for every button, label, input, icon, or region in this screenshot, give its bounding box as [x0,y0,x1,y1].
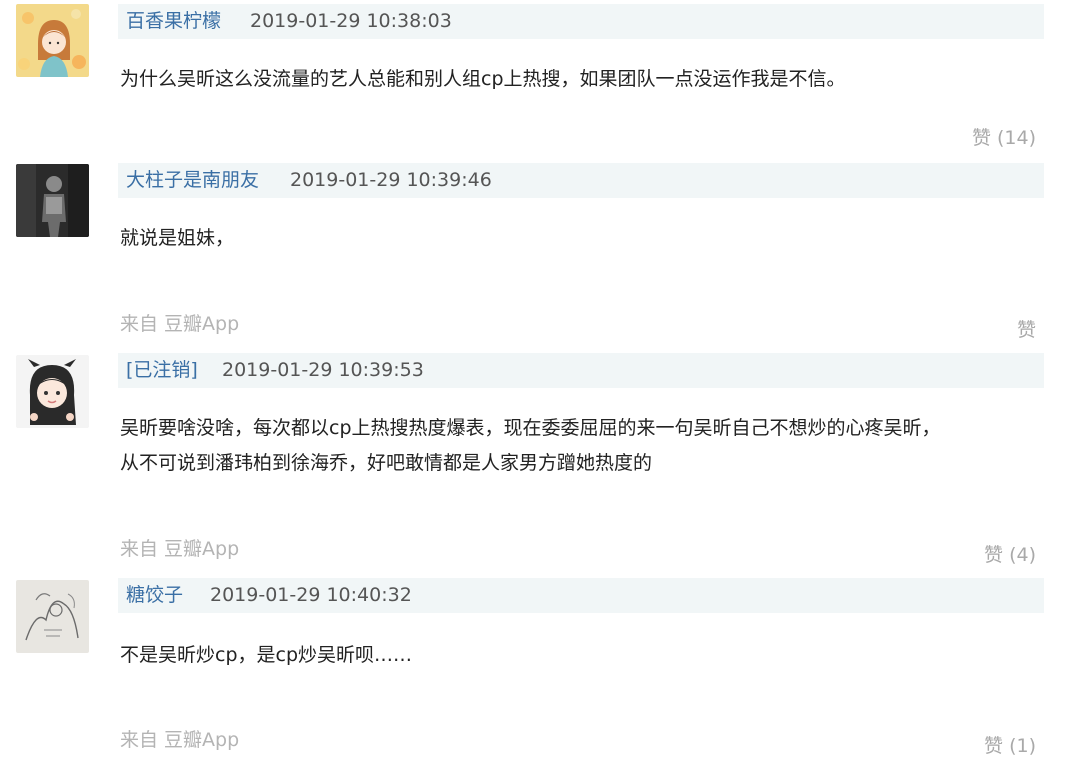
comment-text: 吴昕要啥没啥，每次都以cp上热搜热度爆表，现在委委屈屈的来一句吴昕自己不想炒的心… [120,417,941,439]
avatar-cartoon-girl-icon[interactable] [16,355,89,428]
timestamp: 2019-01-29 10:39:53 [222,359,424,381]
timestamp: 2019-01-29 10:39:46 [290,169,492,191]
comment-list: 百香果柠檬 2019-01-29 10:38:03 为什么吴昕这么没流量的艺人总… [0,0,1080,769]
comment-meta-bar: [已注销] 2019-01-29 10:39:53 [118,353,1044,388]
like-button[interactable]: 赞 (4) [984,544,1036,566]
comment-text: 不是吴昕炒cp，是cp炒吴昕呗…… [120,644,413,666]
timestamp: 2019-01-29 10:38:03 [250,10,452,32]
author-link[interactable]: [已注销] [126,359,198,381]
author-link[interactable]: 糖饺子 [126,584,183,606]
avatar-sketch-icon[interactable] [16,580,89,653]
source-label: 来自 豆瓣App [120,313,240,335]
comment-meta-bar: 百香果柠檬 2019-01-29 10:38:03 [118,4,1044,39]
comment-text: 为什么吴昕这么没流量的艺人总能和别人组cp上热搜，如果团队一点没运作我是不信。 [120,68,846,90]
comment-text-line-2: 从不可说到潘玮柏到徐海乔，好吧敢情都是人家男方蹭她热度的 [120,452,653,474]
like-button[interactable]: 赞 (1) [984,735,1036,757]
like-button[interactable]: 赞 (14) [972,127,1036,149]
author-link[interactable]: 百香果柠檬 [126,10,221,32]
source-label: 来自 豆瓣App [120,538,240,560]
author-link[interactable]: 大柱子是南朋友 [126,169,259,191]
avatar-dark-photo-icon[interactable] [16,164,89,237]
avatar-girl-illustration-icon[interactable] [16,4,89,77]
like-button[interactable]: 赞 [1017,319,1036,341]
comment-meta-bar: 糖饺子 2019-01-29 10:40:32 [118,578,1044,613]
timestamp: 2019-01-29 10:40:32 [210,584,412,606]
comment-text: 就说是姐妹， [120,227,235,249]
comment-meta-bar: 大柱子是南朋友 2019-01-29 10:39:46 [118,163,1044,198]
source-label: 来自 豆瓣App [120,729,240,751]
